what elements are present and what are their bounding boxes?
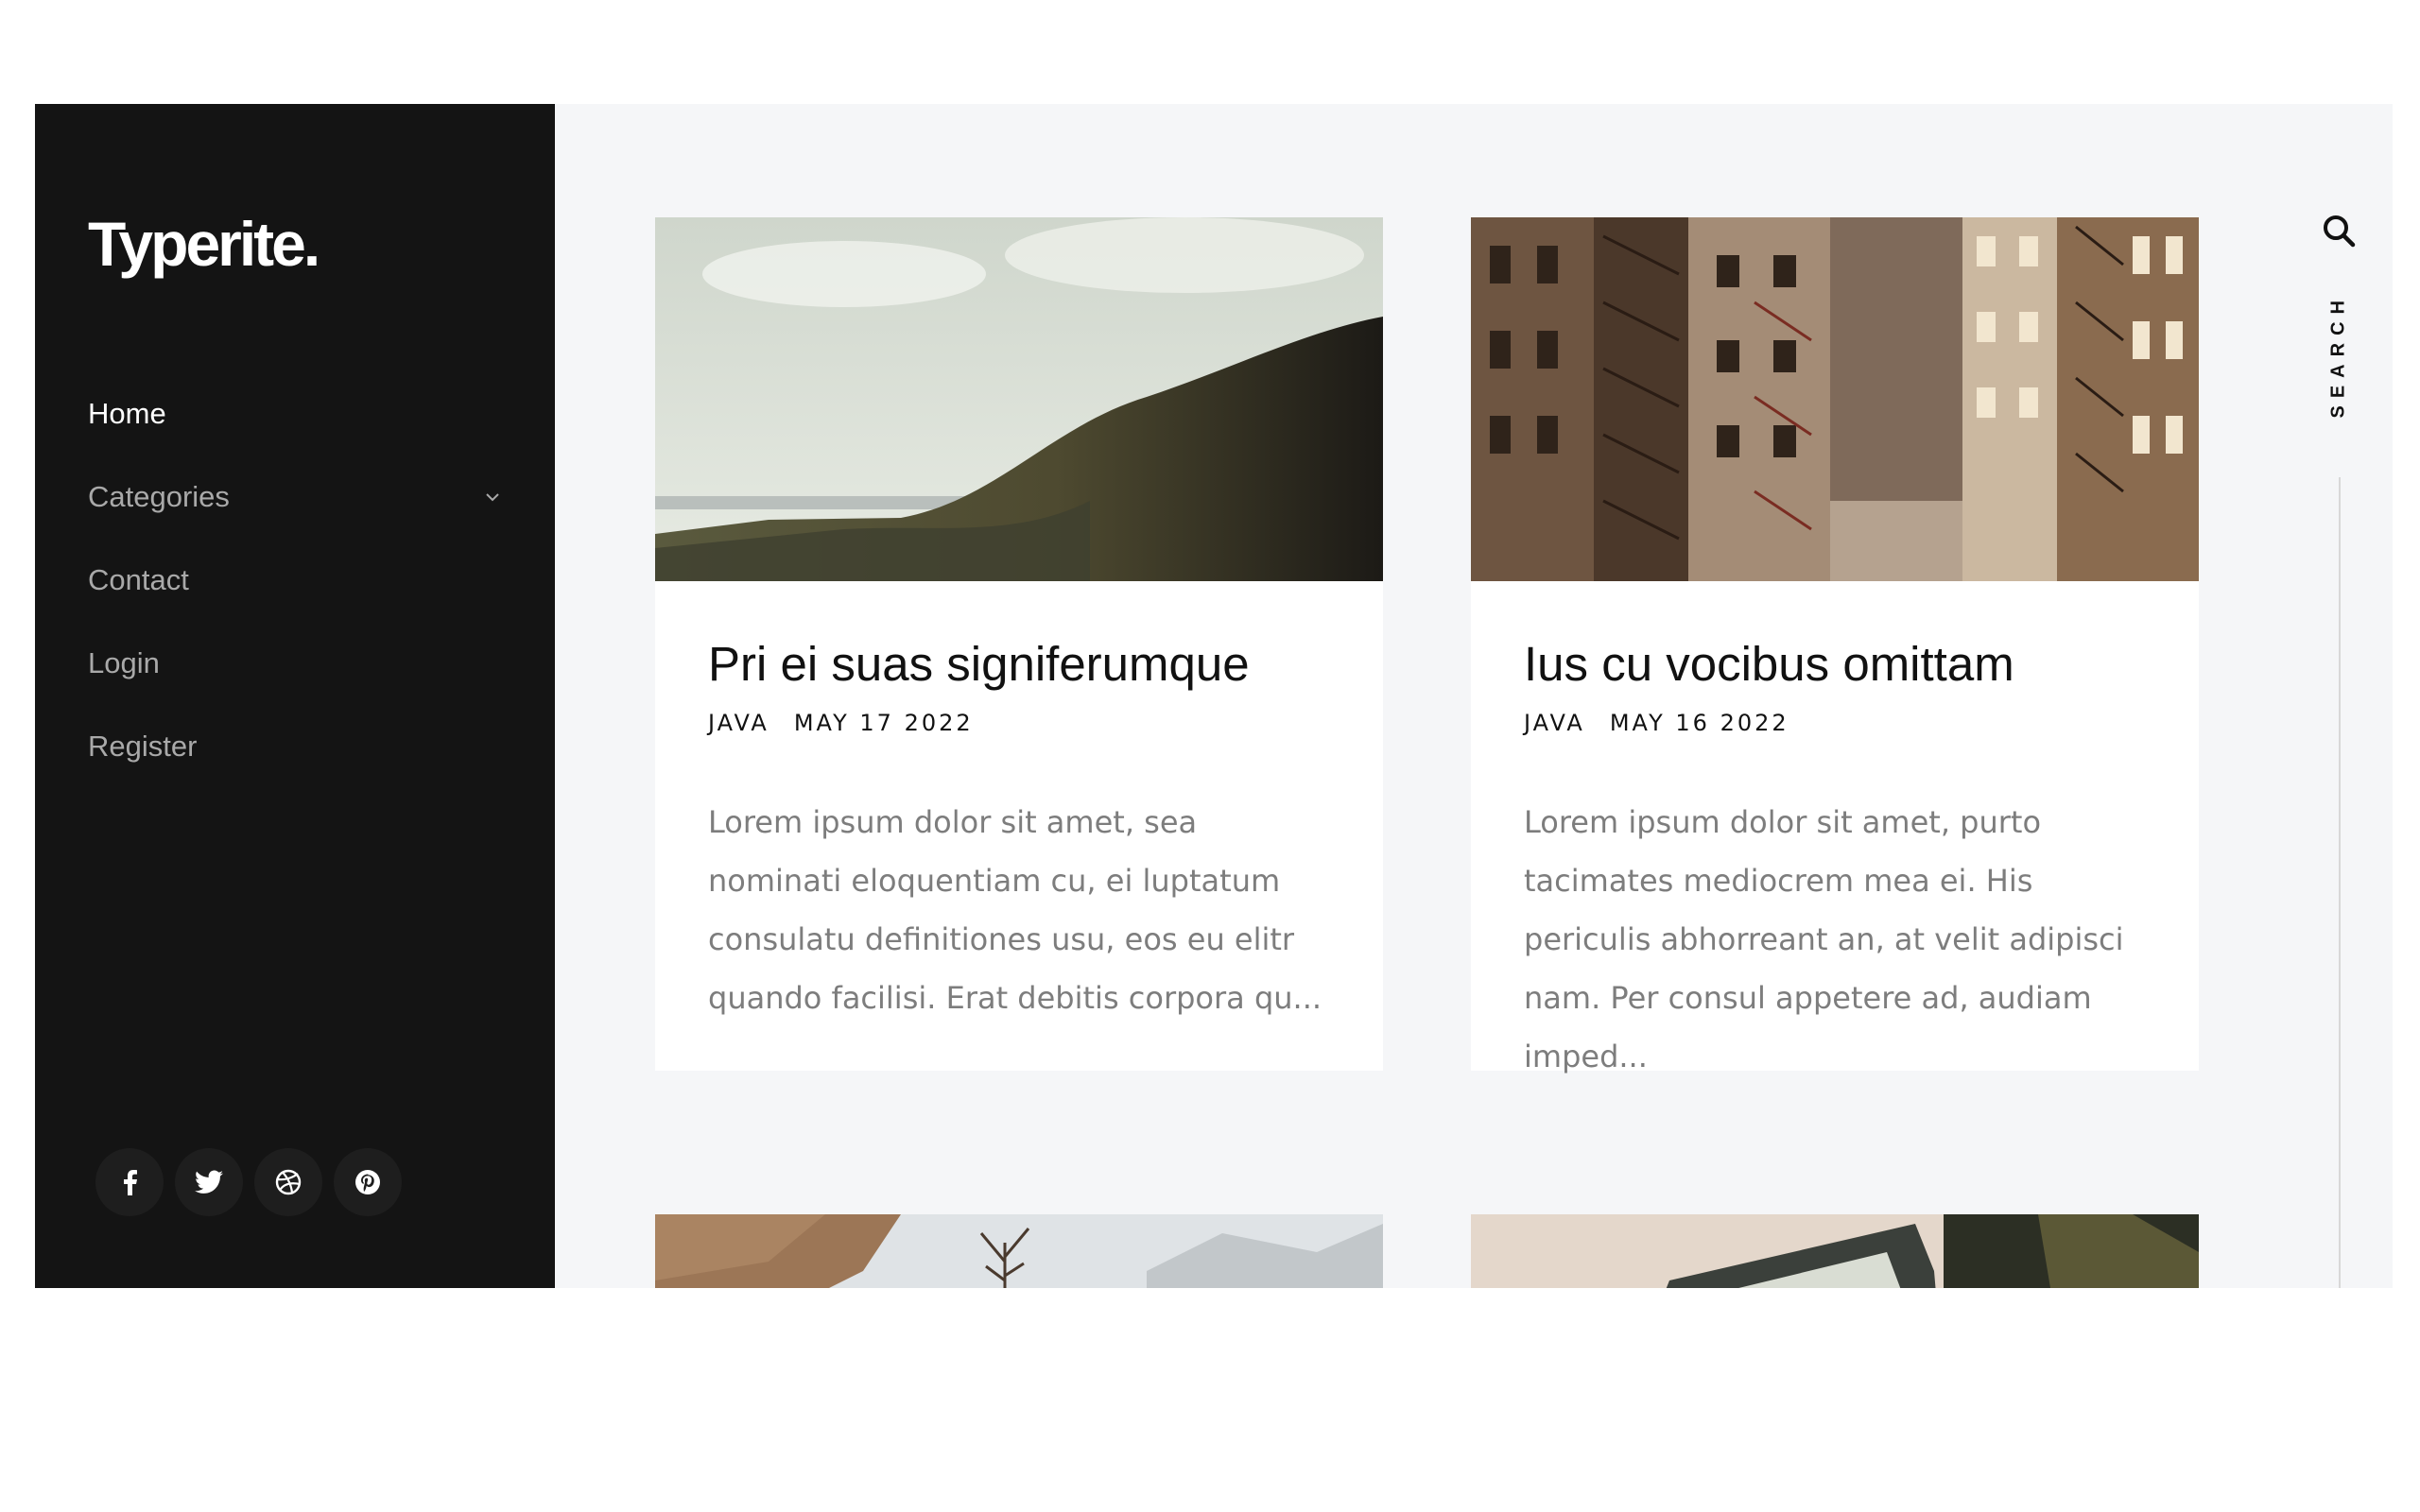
- chevron-down-icon[interactable]: [481, 455, 504, 539]
- post-excerpt: Lorem ipsum dolor sit amet, purto tacima…: [1524, 804, 2124, 1074]
- post-excerpt: Lorem ipsum dolor sit amet, sea nominati…: [708, 804, 1322, 1016]
- search-toggle[interactable]: SEARCH: [2320, 214, 2377, 419]
- nav-item-categories-label: Categories: [88, 480, 230, 513]
- main-nav: Home Categories Contact Login Register: [88, 372, 504, 788]
- dribbble-icon[interactable]: [254, 1148, 322, 1216]
- nav-item-register[interactable]: Register: [88, 705, 504, 788]
- twitter-icon[interactable]: [175, 1148, 243, 1216]
- search-icon[interactable]: [2322, 214, 2360, 251]
- nav-item-home[interactable]: Home: [88, 372, 504, 455]
- post-title[interactable]: Ius cu vocibus omittam: [1524, 636, 2146, 693]
- pinterest-icon[interactable]: [334, 1148, 402, 1216]
- post-card: Ius cu vocibus omittam JAVA MAY 16 2022 L…: [1471, 217, 2199, 1074]
- post-category[interactable]: JAVA: [708, 710, 769, 736]
- post-date: MAY 17 2022: [793, 710, 974, 736]
- divider: [2339, 477, 2341, 1288]
- post-date: MAY 16 2022: [1609, 710, 1789, 736]
- search-label[interactable]: SEARCH: [2328, 293, 2350, 418]
- post-meta: JAVA MAY 17 2022: [708, 710, 1330, 736]
- sidebar: Typerite. Home Categories Contact Login …: [35, 104, 555, 1288]
- post-thumbnail-mountain[interactable]: [655, 217, 1383, 581]
- post-card-body: Pri ei suas signiferumque JAVA MAY 17 202…: [655, 581, 1383, 1071]
- facebook-icon[interactable]: [95, 1148, 164, 1216]
- nav-item-categories[interactable]: Categories: [88, 455, 504, 539]
- post-category[interactable]: JAVA: [1524, 710, 1585, 736]
- page-frame: Typerite. Home Categories Contact Login …: [35, 104, 2393, 1288]
- post-card-body: Ius cu vocibus omittam JAVA MAY 16 2022 L…: [1471, 581, 2199, 1074]
- post-card: [655, 1214, 1383, 1288]
- nav-item-contact[interactable]: Contact: [88, 539, 504, 622]
- post-thumbnail-forest[interactable]: [655, 1214, 1383, 1288]
- post-card: Pri ei suas signiferumque JAVA MAY 17 202…: [655, 217, 1383, 1071]
- post-meta: JAVA MAY 16 2022: [1524, 710, 2146, 736]
- nav-item-login[interactable]: Login: [88, 622, 504, 705]
- post-thumbnail-buildings[interactable]: [1471, 217, 2199, 581]
- post-thumbnail-kindle[interactable]: [1471, 1214, 2199, 1288]
- post-card: [1471, 1214, 2199, 1288]
- social-links: [95, 1148, 402, 1216]
- post-title[interactable]: Pri ei suas signiferumque: [708, 636, 1330, 693]
- site-logo[interactable]: Typerite.: [88, 208, 320, 280]
